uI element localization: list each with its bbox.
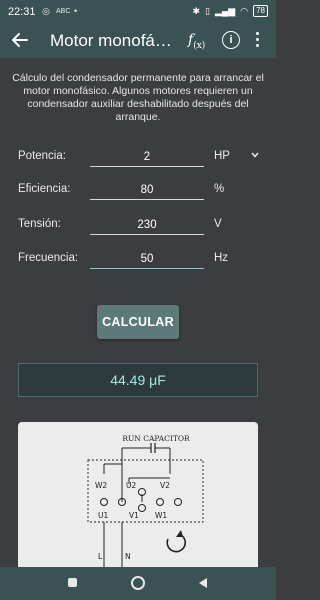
- app-bar: Motor monofásico f(x) i: [0, 24, 276, 58]
- frequency-input[interactable]: [90, 250, 204, 269]
- formula-icon-sub: (x): [193, 40, 206, 51]
- power-unit[interactable]: HP: [214, 150, 230, 162]
- whatsapp-icon: ◎: [42, 6, 50, 16]
- status-time: 22:31: [8, 6, 36, 18]
- signal-icon: ▂▄▆: [215, 5, 236, 16]
- power-row: Potencia: HP: [0, 146, 276, 168]
- frequency-row: Frecuencia: Hz: [0, 248, 276, 270]
- terminal-v2: V2: [160, 481, 170, 490]
- info-icon[interactable]: i: [222, 31, 240, 49]
- terminal-v1: V1: [129, 511, 139, 520]
- diagram-title: RUN CAPACITOR: [122, 434, 190, 443]
- result-display: 44.49 μF: [18, 363, 258, 397]
- dot-icon: •: [74, 6, 78, 16]
- overflow-menu-icon[interactable]: [254, 30, 260, 50]
- navigation-bar: [0, 567, 276, 600]
- power-input[interactable]: [90, 148, 204, 167]
- terminal-u1: U1: [98, 511, 108, 520]
- home-icon[interactable]: [131, 576, 145, 590]
- frequency-unit: Hz: [214, 252, 229, 264]
- chevron-down-icon[interactable]: [250, 150, 260, 160]
- vibrate-icon: ▯: [205, 5, 210, 16]
- terminal-u2: U2: [126, 481, 136, 490]
- back-triangle-icon[interactable]: [196, 576, 210, 590]
- formula-button[interactable]: f(x): [188, 32, 205, 51]
- rotation-arrow-icon: [166, 534, 187, 553]
- abc-icon: ABC: [56, 8, 71, 15]
- voltage-unit: V: [214, 218, 222, 230]
- voltage-label: Tensión:: [18, 218, 61, 230]
- back-arrow-icon[interactable]: [10, 30, 30, 50]
- recent-apps-icon[interactable]: [66, 576, 80, 590]
- status-bar: 22:31 ◎ ABC • ✱ ▯ ▂▄▆ ◠ 78: [0, 0, 276, 24]
- description-text: Cálculo del condensador permanente para …: [12, 72, 264, 123]
- line-n-label: N: [125, 552, 131, 561]
- efficiency-unit: %: [214, 183, 225, 195]
- calculate-button[interactable]: CALCULAR: [97, 305, 179, 339]
- terminal-w1: W1: [155, 511, 167, 520]
- efficiency-input[interactable]: [90, 181, 204, 200]
- terminal-w2: W2: [95, 481, 107, 490]
- wiring-diagram-svg: RUN CAPACITOR W2 U2 V2 U1 V1 W1 L N: [87, 434, 204, 572]
- battery-icon: 78: [253, 5, 268, 17]
- efficiency-label: Eficiencia:: [18, 183, 71, 195]
- power-label: Potencia:: [18, 150, 66, 162]
- line-l-label: L: [98, 552, 103, 561]
- frequency-label: Frecuencia:: [18, 252, 79, 264]
- page-title: Motor monofásico: [50, 31, 175, 50]
- wifi-icon: ◠: [240, 5, 249, 16]
- voltage-row: Tensión: V: [0, 214, 276, 236]
- efficiency-row: Eficiencia: %: [0, 179, 276, 201]
- voltage-input[interactable]: [90, 216, 204, 235]
- wiring-diagram: RUN CAPACITOR W2 U2 V2 U1 V1 W1 L N: [18, 422, 258, 572]
- bluetooth-icon: ✱: [192, 5, 201, 16]
